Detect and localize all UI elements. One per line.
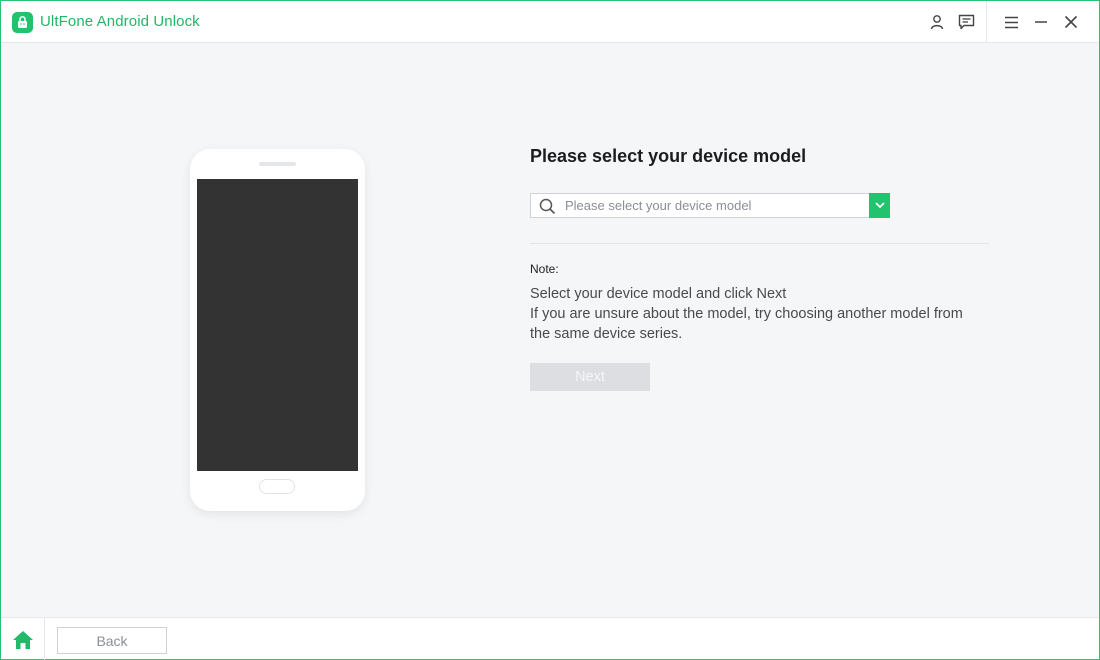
device-model-select[interactable] [530,193,890,218]
next-button[interactable]: Next [530,363,650,391]
search-icon [539,198,556,220]
phone-speaker [259,162,296,166]
back-button[interactable]: Back [57,627,167,654]
note-line: the same device series. [530,326,683,342]
title-bar: UltFone Android Unlock [1,1,1099,43]
note-line: If you are unsure about the model, try c… [530,306,963,322]
section-divider [530,243,989,244]
device-model-input[interactable] [565,194,865,217]
phone-screen [197,179,358,471]
android-lock-icon [12,12,33,33]
menu-icon[interactable] [998,9,1024,35]
minimize-icon[interactable] [1028,9,1054,35]
page-title: Please select your device model [530,146,807,166]
note-label: Note: [530,262,559,276]
app-window: UltFone Android Unlock Please select you… [0,0,1100,660]
user-icon[interactable] [924,9,950,35]
chevron-down-icon[interactable] [869,193,890,218]
app-title: UltFone Android Unlock [40,13,200,30]
close-icon[interactable] [1058,9,1084,35]
bottom-bar: Back [1,617,1099,660]
home-icon[interactable] [11,629,35,651]
phone-home-button [259,479,295,494]
titlebar-divider [986,1,987,43]
bottombar-divider [44,618,45,660]
phone-illustration [190,149,365,511]
feedback-icon[interactable] [953,9,979,35]
note-line: Select your device model and click Next [530,286,787,302]
